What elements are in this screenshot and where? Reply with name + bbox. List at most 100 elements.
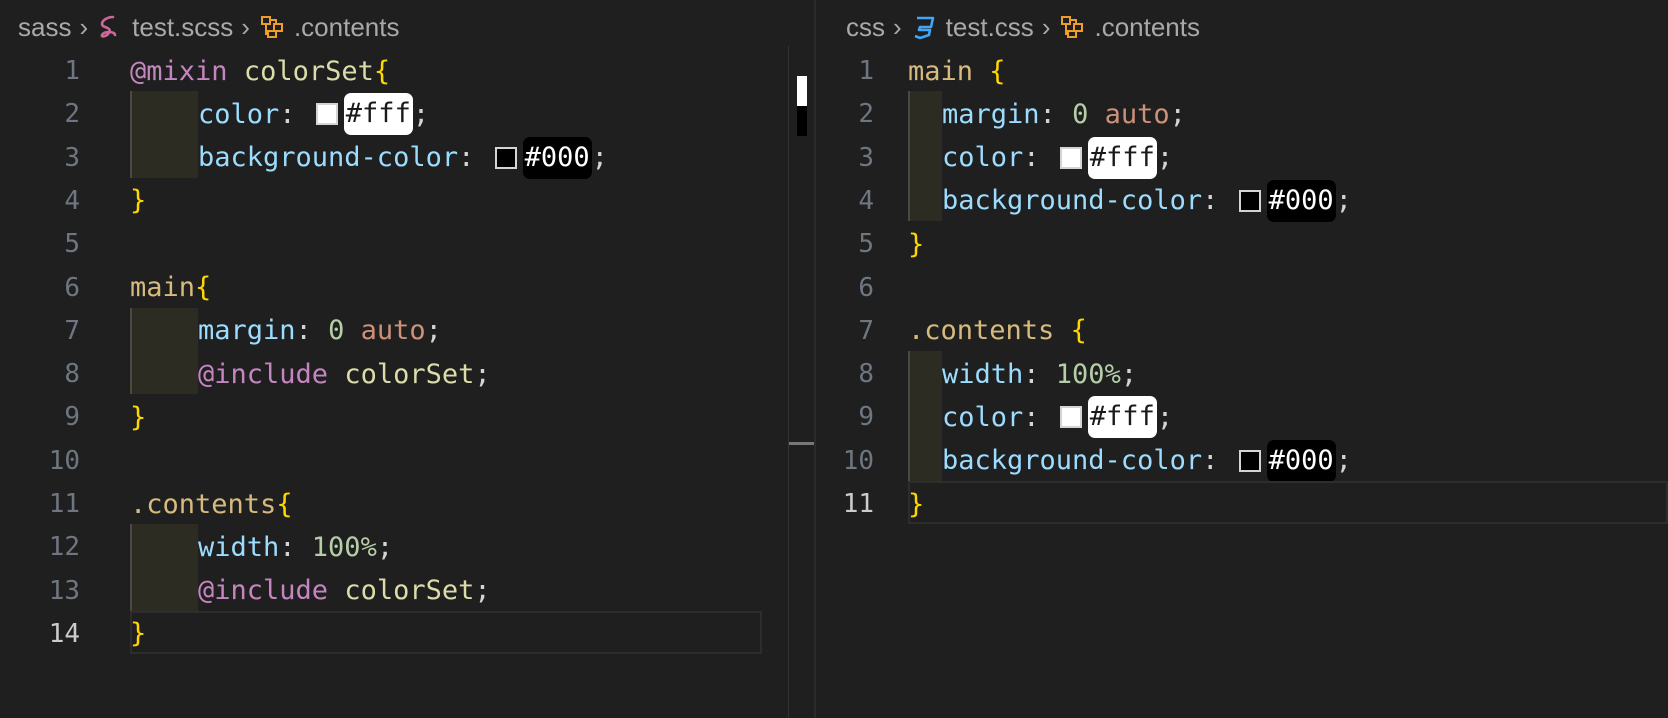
code-line[interactable]: 3 background-color: #000; (0, 134, 814, 181)
line-number: 2 (64, 99, 80, 130)
chevron-right-icon: › (1041, 11, 1051, 42)
code-token: main (130, 272, 196, 303)
color-swatch[interactable] (315, 103, 338, 126)
breadcrumb-file[interactable]: test.scss (132, 12, 233, 43)
code-text: @include colorSet; (198, 359, 491, 390)
code-token: @mixin (130, 55, 228, 87)
line-number: 2 (858, 99, 874, 130)
code-token: { (1070, 315, 1087, 347)
indent-guide (130, 307, 198, 352)
code-text: } (908, 229, 924, 260)
code-line[interactable]: 4} (0, 178, 814, 224)
indent-guide (130, 524, 198, 568)
color-swatch[interactable] (494, 146, 517, 169)
color-swatch[interactable] (1059, 146, 1082, 169)
breadcrumb-symbol[interactable]: .contents (1094, 12, 1200, 43)
line-number: 13 (48, 575, 80, 606)
code-text: } (130, 185, 146, 216)
code-line[interactable]: 6 (816, 265, 1668, 311)
current-line-highlight (130, 610, 762, 655)
code-token: : (1023, 401, 1056, 433)
line-number: 7 (64, 315, 80, 346)
code-line[interactable]: 7 .contents { (816, 308, 1668, 354)
code-line[interactable]: 10 background-color: #000; (816, 437, 1668, 484)
code-token: } (130, 618, 147, 650)
code-token: 100% (1055, 358, 1121, 390)
editor-pane-right[interactable]: css › test.css › .contents 1 main {2 margi… (816, 0, 1668, 718)
code-text: background-color: #000; (942, 179, 1352, 222)
code-line[interactable]: 6 main{ (0, 265, 814, 311)
line-number: 12 (48, 532, 80, 563)
indent-guide (130, 567, 198, 611)
symbol-class-icon (1058, 13, 1086, 41)
code-line[interactable]: 12 width: 100%; (0, 524, 814, 570)
code-token: .contents (130, 488, 277, 520)
code-token: .contents (908, 315, 1055, 347)
scroll-indicator (797, 106, 807, 136)
code-token: color (198, 98, 280, 130)
code-text: } (130, 618, 146, 649)
code-line[interactable]: 8 width: 100%; (816, 351, 1668, 397)
indent-guide (908, 177, 942, 222)
color-swatch[interactable] (1059, 406, 1082, 429)
code-text: main { (908, 56, 1006, 87)
line-number: 8 (858, 359, 874, 390)
line-number: 6 (64, 272, 80, 303)
code-line[interactable]: 9 color: #fff; (816, 394, 1668, 440)
editor-pane-left[interactable]: sass › test.scss › .contents 1 @mixin col… (0, 0, 814, 718)
line-number: 4 (858, 185, 874, 216)
code-line[interactable]: 14} (0, 610, 814, 657)
color-swatch[interactable] (1238, 189, 1261, 212)
code-token: { (276, 488, 293, 520)
breadcrumb-folder[interactable]: css (846, 12, 885, 43)
color-value: #000 (1266, 179, 1336, 222)
sass-icon (96, 13, 124, 41)
line-number: 14 (48, 618, 80, 649)
breadcrumb-folder[interactable]: sass (18, 12, 71, 43)
current-line-highlight (908, 481, 1668, 525)
code-line[interactable]: 1 @mixin colorSet{ (0, 48, 814, 94)
code-line[interactable]: 11} (816, 481, 1668, 527)
code-text: .contents{ (130, 489, 293, 520)
line-number: 5 (858, 229, 874, 260)
code-line[interactable]: 3 color: #fff; (816, 134, 1668, 181)
code-text: width: 100%; (198, 532, 393, 563)
code-line[interactable]: 2 color: #fff; (0, 91, 814, 137)
code-token: ; (1335, 185, 1352, 217)
code-text: background-color: #000; (198, 136, 608, 179)
scrollbar[interactable] (788, 46, 814, 718)
color-value: #fff (343, 93, 413, 136)
code-token: { (989, 55, 1006, 87)
code-line[interactable]: 7 margin: 0 auto; (0, 307, 814, 354)
code-line[interactable]: 5} (816, 221, 1668, 267)
code-line[interactable]: 1 main { (816, 48, 1668, 94)
line-number: 9 (64, 402, 80, 433)
code-line[interactable]: 10 (0, 438, 814, 484)
code-token: } (130, 185, 147, 217)
breadcrumb-file[interactable]: test.css (946, 12, 1034, 43)
scroll-thumb[interactable] (797, 76, 807, 106)
chevron-right-icon: › (241, 11, 250, 42)
code-line[interactable]: 4 background-color: #000; (816, 177, 1668, 224)
code-line[interactable]: 8 @include colorSet; (0, 351, 814, 397)
code-token: { (373, 55, 391, 87)
code-text: width: 100%; (942, 359, 1137, 390)
code-line[interactable]: 2 margin: 0 auto; (816, 91, 1668, 137)
code-line[interactable]: 9} (0, 394, 814, 440)
color-swatch[interactable] (1238, 449, 1261, 472)
code-line[interactable]: 11 .contents{ (0, 481, 814, 527)
code-token: : (1023, 142, 1056, 174)
line-number: 5 (64, 229, 80, 260)
breadcrumb: sass › test.scss › .contents (18, 8, 399, 46)
code-text: } (908, 489, 924, 520)
code-token: @include (198, 575, 329, 607)
breadcrumb: css › test.css › .contents (846, 8, 1200, 46)
code-token: : (295, 315, 329, 347)
breadcrumb-symbol[interactable]: .contents (294, 12, 400, 43)
code-line[interactable]: 13 @include colorSet; (0, 567, 814, 614)
code-line[interactable]: 5 (0, 221, 814, 267)
chevron-right-icon: › (79, 11, 89, 42)
indent-guide (908, 351, 942, 395)
